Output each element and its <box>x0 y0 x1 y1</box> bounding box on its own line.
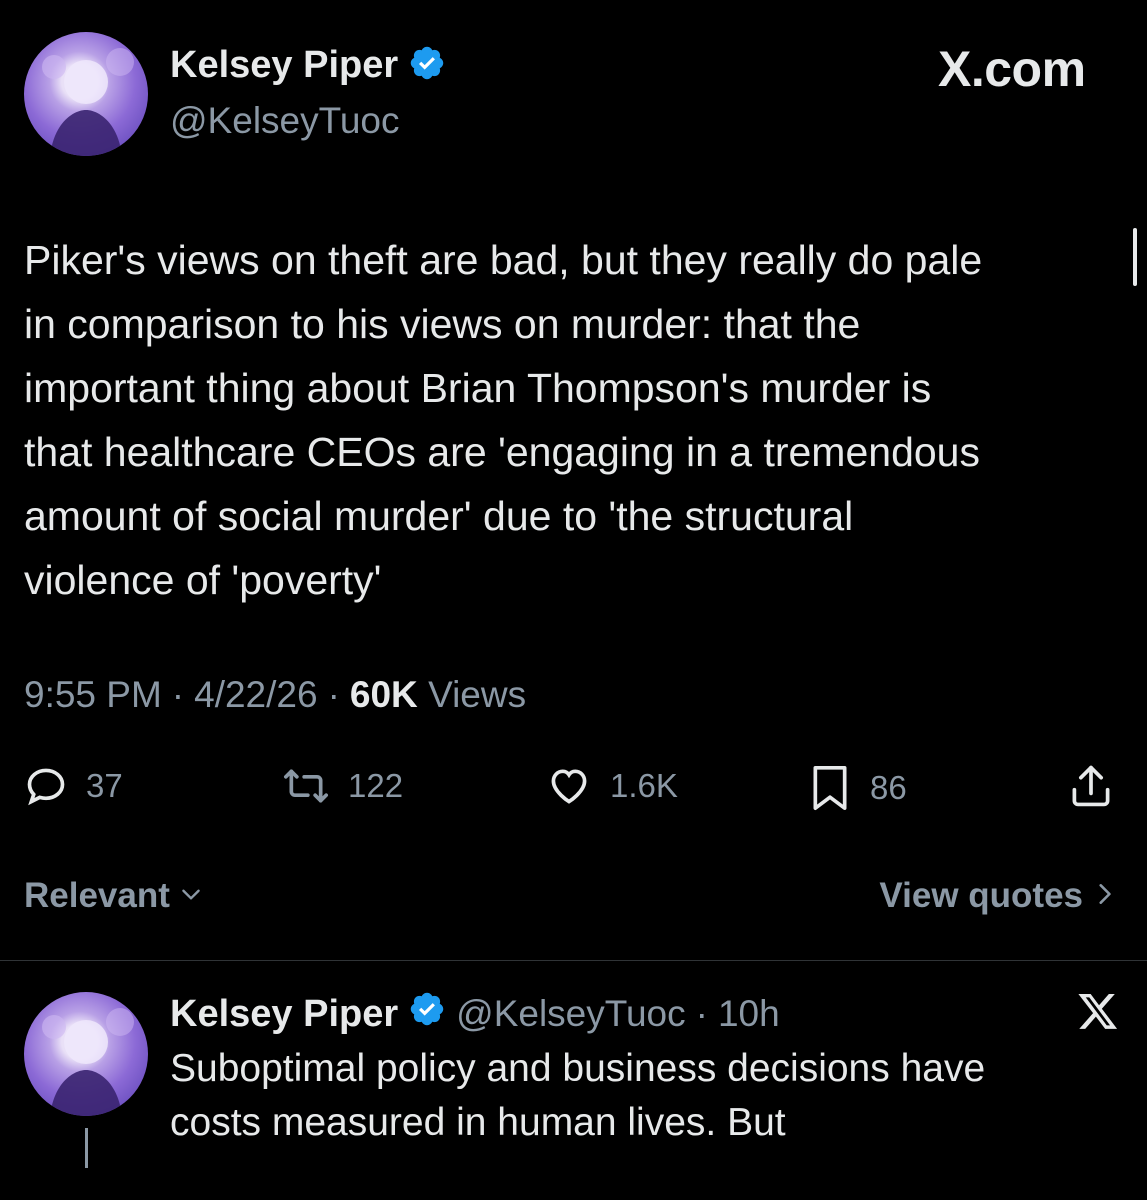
thread-line <box>85 1128 88 1168</box>
sort-dropdown[interactable]: Relevant <box>24 876 204 916</box>
view-quotes-label: View quotes <box>879 876 1083 915</box>
heart-icon <box>546 764 592 808</box>
like-count: 1.6K <box>610 767 678 804</box>
divider <box>0 960 1147 961</box>
view-quotes-link[interactable]: View quotes <box>879 876 1117 916</box>
views-count-wrap[interactable]: 60K Views <box>350 674 526 716</box>
avatar[interactable] <box>24 32 148 156</box>
share-button[interactable] <box>1068 762 1114 815</box>
verified-badge-icon <box>408 990 446 1038</box>
verified-badge-icon <box>408 44 446 87</box>
tweet-meta: 9:55 PM · 4/22/26 · 60K Views <box>24 674 526 716</box>
site-label: X.com <box>938 41 1086 97</box>
x-logo-icon[interactable] <box>1076 990 1120 1037</box>
reply-text-line: costs measured in human lives. But <box>170 1101 786 1144</box>
tweet-text-line: amount of social murder' due to 'the str… <box>24 493 854 539</box>
like-button[interactable]: 1.6K <box>546 764 678 808</box>
bookmark-button[interactable]: 86 <box>808 764 907 812</box>
share-icon <box>1068 765 1114 814</box>
views-label: Views <box>428 674 527 715</box>
reply-separator: · <box>695 993 708 1034</box>
reply-author-name[interactable]: Kelsey Piper <box>170 993 398 1036</box>
tweet-text-line: in comparison to his views on murder: th… <box>24 301 861 347</box>
meta-separator: · <box>327 674 340 715</box>
reply-header: Kelsey Piper @KelseyTuoc · 10h <box>170 990 780 1038</box>
tweet-text-line: violence of 'poverty' <box>24 557 382 603</box>
tweet-time[interactable]: 9:55 PM <box>24 674 162 716</box>
reply-avatar[interactable] <box>24 992 148 1116</box>
author-name[interactable]: Kelsey Piper <box>170 44 398 87</box>
tweet-text: Piker's views on theft are bad, but they… <box>24 228 1124 612</box>
bookmark-count: 86 <box>870 769 907 806</box>
reply-count: 37 <box>86 767 123 804</box>
reply-text-line: Suboptimal policy and business decisions… <box>170 1047 986 1090</box>
views-count: 60K <box>349 674 418 715</box>
repost-icon <box>282 764 330 808</box>
bookmark-icon <box>808 764 852 812</box>
reply-icon <box>24 764 68 808</box>
tweet-date[interactable]: 4/22/26 <box>194 674 317 716</box>
tweet-text-line: Piker's views on theft are bad, but they… <box>24 237 983 283</box>
chevron-down-icon <box>178 876 204 916</box>
tweet-text-line: that healthcare CEOs are 'engaging in a … <box>24 429 980 475</box>
scrollbar[interactable] <box>1133 228 1137 286</box>
reply-text: Suboptimal policy and business decisions… <box>170 1042 985 1150</box>
repost-count: 122 <box>348 767 404 804</box>
sort-label: Relevant <box>24 876 170 915</box>
reply-age[interactable]: 10h <box>718 993 780 1035</box>
meta-separator: · <box>171 674 185 715</box>
author-name-row: Kelsey Piper <box>170 44 446 87</box>
tweet-text-line: important thing about Brian Thompson's m… <box>24 365 932 411</box>
author-handle[interactable]: @KelseyTuoc <box>170 100 400 142</box>
repost-button[interactable]: 122 <box>282 764 403 808</box>
reply-author-handle[interactable]: @KelseyTuoc <box>456 993 686 1035</box>
reply-button[interactable]: 37 <box>24 764 123 808</box>
chevron-right-icon <box>1091 876 1117 916</box>
